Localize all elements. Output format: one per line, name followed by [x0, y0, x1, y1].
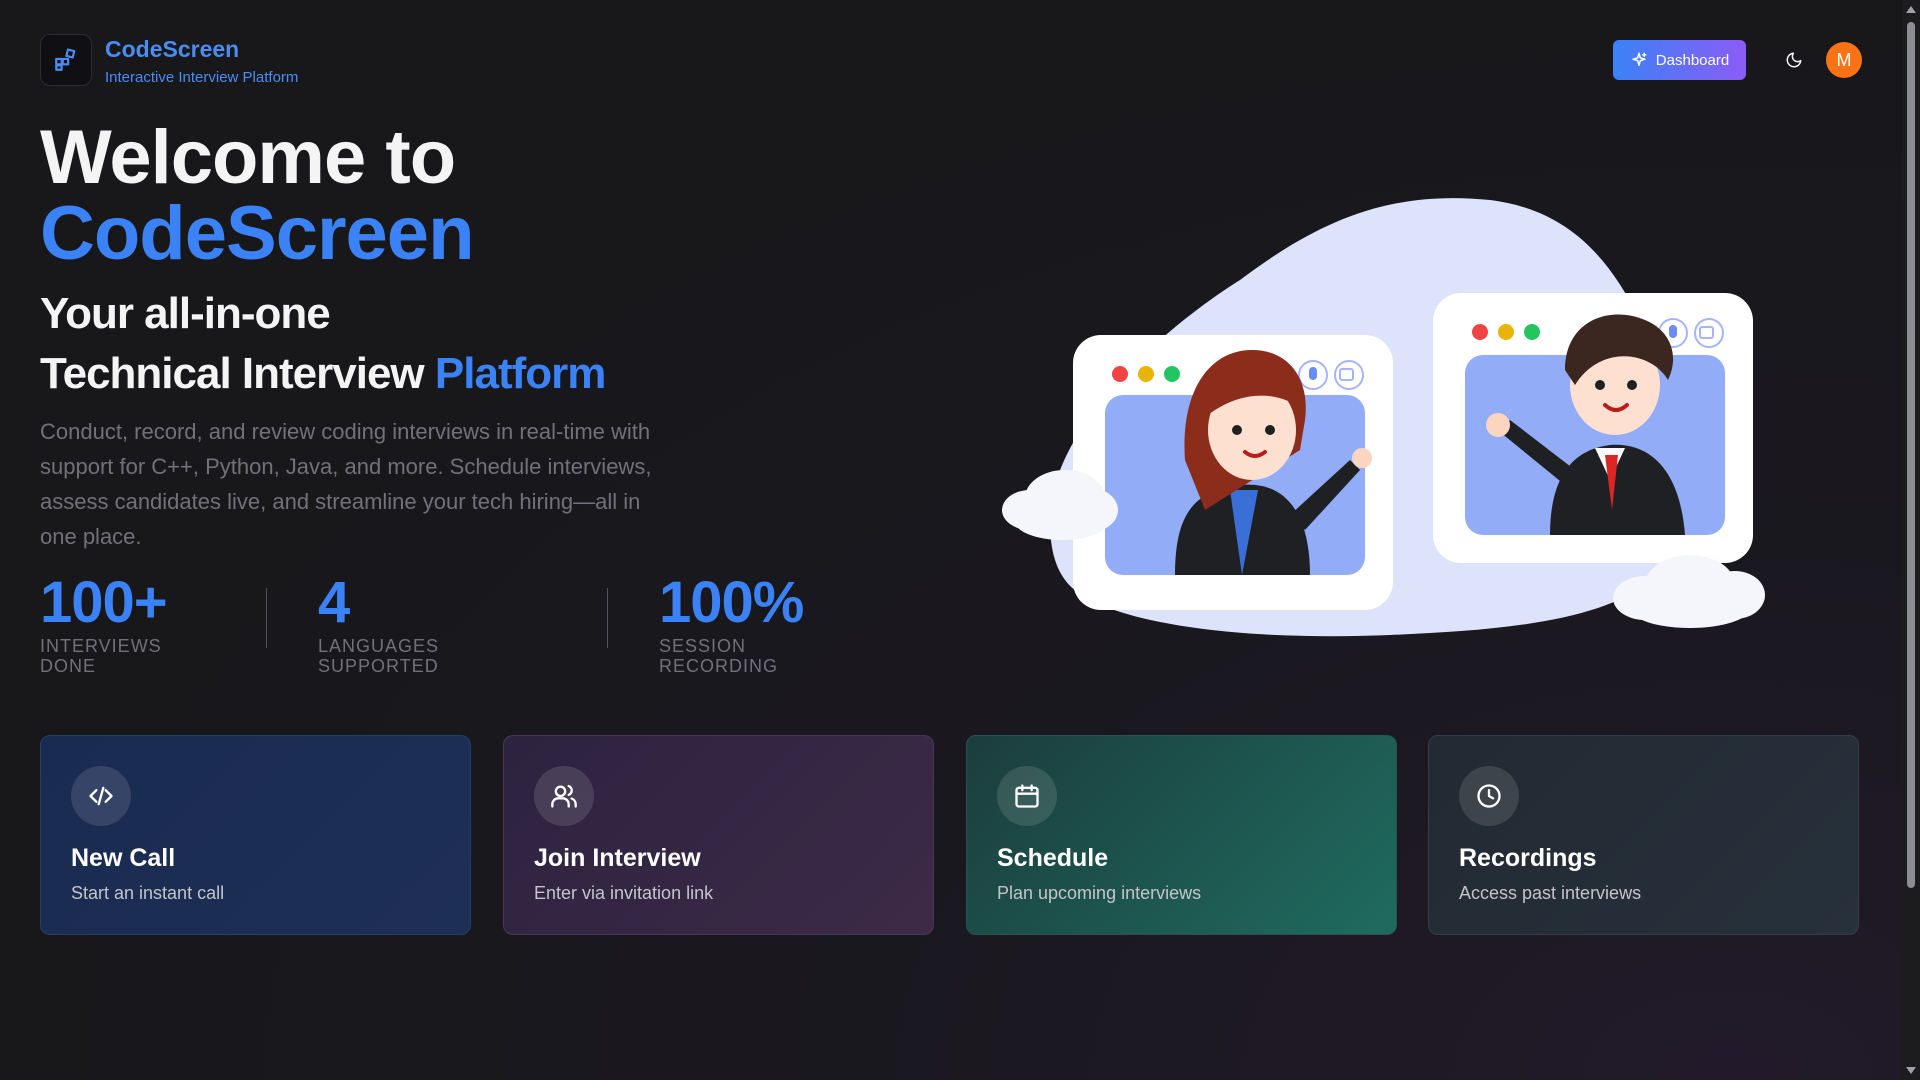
card-description: Enter via invitation link [534, 883, 714, 903]
moon-icon [1786, 52, 1802, 68]
scroll-down-arrow-icon[interactable] [1906, 1067, 1916, 1074]
recordings-card[interactable]: Recordings Access past interviews [1428, 735, 1859, 935]
new-call-card[interactable]: New Call Start an instant call [40, 735, 471, 935]
stat-label: LANGUAGES SUPPORTED [318, 636, 440, 676]
logo[interactable] [40, 34, 92, 86]
stat-label: SESSION RECORDING [659, 636, 779, 676]
stat-value: 4 [318, 570, 350, 635]
page-scrollbar[interactable] [1902, 0, 1920, 1080]
landing-page: CodeScreen Interactive Interview Platfor… [0, 0, 1920, 1080]
dashboard-label: Dashboard [1655, 51, 1730, 69]
brand-subtitle: Interactive Interview Platform [105, 69, 299, 86]
hero-subtitle-highlight: Platform [434, 349, 606, 398]
hero-title-brand: CodeScreen [40, 191, 474, 276]
card-description: Start an instant call [71, 883, 225, 903]
brand-name[interactable]: CodeScreen [105, 36, 239, 63]
card-title: Join Interview [534, 844, 701, 872]
scroll-thumb[interactable] [1907, 22, 1915, 888]
hero-subtitle: Your all-in-one Technical Interview Plat… [40, 284, 606, 404]
window-dot-green [1164, 366, 1180, 382]
card-title: Recordings [1459, 844, 1597, 872]
card-icon-wrap [997, 766, 1057, 826]
top-header: CodeScreen Interactive Interview Platfor… [40, 34, 1862, 86]
logo-icon [55, 48, 76, 71]
card-icon-wrap [1459, 766, 1519, 826]
schedule-card[interactable]: Schedule Plan upcoming interviews [966, 735, 1397, 935]
user-avatar[interactable]: M [1826, 42, 1862, 78]
window-dot-yellow [1498, 324, 1514, 340]
card-icon-wrap [71, 766, 131, 826]
users-icon [551, 784, 577, 808]
hero-title: Welcome to CodeScreen [40, 120, 474, 272]
stat-recording: 100% SESSION RECORDING [659, 570, 804, 676]
card-title: New Call [71, 844, 176, 872]
stat-label: INTERVIEWS DONE [40, 636, 162, 676]
theme-toggle-button[interactable] [1778, 44, 1810, 76]
sparkles-icon [1632, 52, 1647, 66]
hero-subtitle-line2: Technical Interview [40, 349, 425, 398]
join-interview-card[interactable]: Join Interview Enter via invitation link [503, 735, 934, 935]
window-dot-red [1112, 366, 1128, 382]
window-dot-red [1472, 324, 1488, 340]
card-icon-wrap [534, 766, 594, 826]
hero-description: Conduct, record, and review coding inter… [40, 419, 652, 549]
stat-languages: 4 LANGUAGES SUPPORTED [318, 570, 439, 676]
window-dot-green [1524, 324, 1540, 340]
hero-illustration [1002, 198, 1765, 637]
stat-divider [266, 588, 267, 648]
scroll-up-arrow-icon[interactable] [1906, 6, 1916, 13]
stat-divider [607, 588, 608, 648]
dashboard-button[interactable]: Dashboard [1613, 40, 1746, 80]
stat-value: 100+ [40, 570, 168, 635]
hero-title-line1: Welcome to [40, 115, 456, 200]
card-title: Schedule [997, 844, 1109, 872]
hero-subtitle-line1: Your all-in-one [40, 289, 331, 338]
window-dot-yellow [1138, 366, 1154, 382]
card-description: Access past interviews [1459, 883, 1642, 903]
stat-interviews: 100+ INTERVIEWS DONE [40, 570, 168, 676]
code-icon [89, 786, 113, 806]
clock-icon [1477, 784, 1501, 808]
card-description: Plan upcoming interviews [997, 883, 1202, 903]
calendar-icon [1015, 784, 1039, 808]
stat-value: 100% [659, 570, 804, 635]
